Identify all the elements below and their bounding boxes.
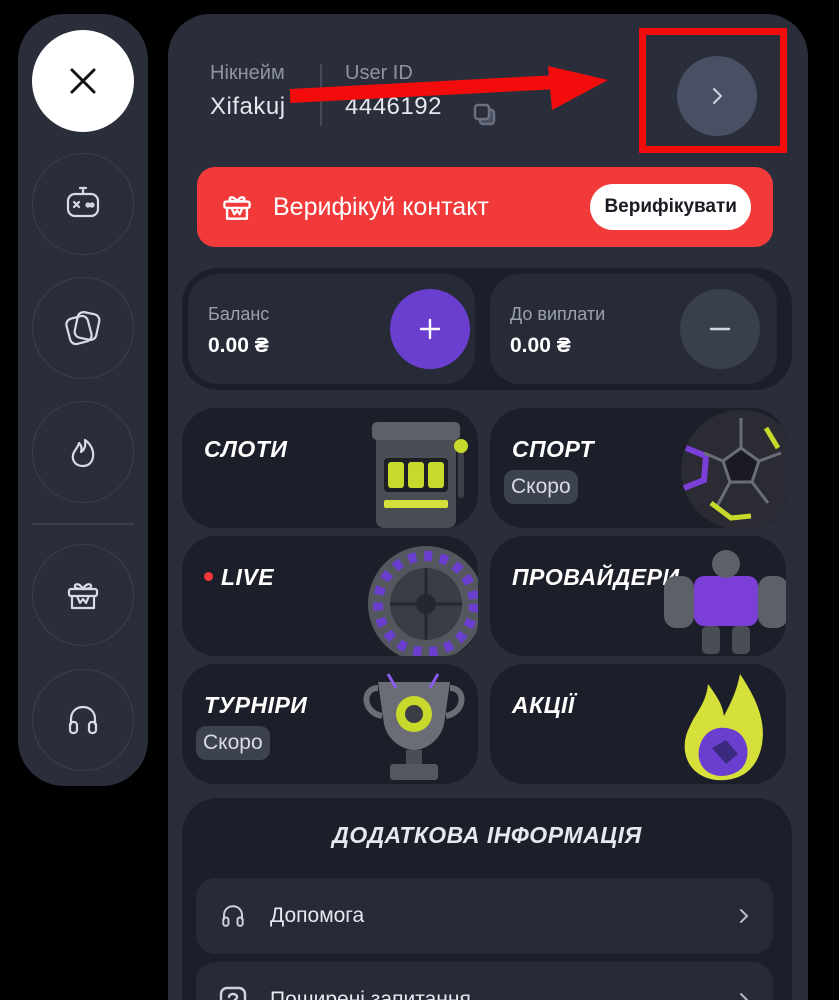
cards-button[interactable] (32, 277, 134, 379)
tile-title: LIVE (204, 564, 274, 591)
additional-info-section: ДОДАТКОВА ІНФОРМАЦІЯ Допомога Поширені з… (182, 798, 792, 1000)
rail-divider (32, 523, 134, 525)
section-title: ДОДАТКОВА ІНФОРМАЦІЯ (332, 822, 642, 848)
payout-label: До виплати (510, 304, 606, 324)
slot-machine-icon (372, 422, 468, 528)
gift-icon (67, 583, 99, 610)
annotation-highlight-box (639, 28, 787, 153)
tile-title: СЛОТИ (204, 436, 288, 462)
nickname-value: Xifakuj (210, 93, 286, 120)
flame-icon (71, 438, 95, 468)
nickname-label: Нікнейм (210, 62, 285, 84)
gamepad-icon (66, 186, 100, 218)
gift-icon (219, 189, 255, 225)
deposit-button[interactable] (390, 289, 470, 369)
balance-label: Баланс (208, 304, 270, 324)
close-icon (70, 68, 96, 94)
minus-icon (709, 327, 731, 331)
side-rail (18, 14, 148, 786)
tile-title: ТУРНІРИ (204, 692, 308, 718)
tile-slots[interactable]: СЛОТИ (182, 408, 478, 528)
gift-button[interactable] (32, 544, 134, 646)
balance-value: 0.00 ₴ (208, 334, 269, 357)
tile-tournaments[interactable]: ТУРНІРИ Скоро (182, 664, 478, 784)
tile-sport[interactable]: СПОРТ Скоро (490, 408, 786, 528)
roulette-icon (368, 546, 478, 656)
verify-text: Верифікуй контакт (273, 192, 489, 221)
tile-live[interactable]: LIVE (182, 536, 478, 656)
support-button[interactable] (32, 669, 134, 771)
faq-item[interactable]: Поширені запитання (196, 962, 773, 1000)
cards-icon (65, 311, 101, 346)
fire-stone-icon (684, 674, 763, 781)
balance-card: Баланс 0.00 ₴ (188, 274, 475, 384)
payout-card: До виплати 0.00 ₴ (490, 274, 777, 384)
payout-value: 0.00 ₴ (510, 334, 571, 357)
chevron-right-icon (737, 907, 751, 925)
live-indicator (204, 572, 213, 582)
tile-title: ПРОВАЙДЕРИ (512, 564, 680, 590)
football-icon (681, 410, 786, 528)
plus-icon (419, 318, 441, 340)
tile-title: АКЦІЇ (512, 692, 575, 718)
soon-badge: Скоро (504, 470, 578, 504)
account-panel: Нікнейм Xifakuj User ID 4446192 Верифіку… (168, 14, 808, 1000)
headset-icon (68, 705, 98, 735)
chevron-right-icon (737, 991, 751, 1000)
robot-icon (664, 550, 786, 654)
tile-promos[interactable]: АКЦІЇ (490, 664, 786, 784)
nickname-block: Нікнейм Xifakuj (210, 62, 286, 121)
annotation-arrow-icon (290, 66, 608, 110)
balance-section: Баланс 0.00 ₴ До виплати 0.00 ₴ (182, 268, 792, 390)
headset-icon (218, 901, 248, 931)
tile-title-text: LIVE (221, 564, 275, 590)
verify-banner: Верифікуй контакт Верифікувати (197, 167, 773, 247)
question-icon (218, 985, 248, 1000)
soon-badge: Скоро (196, 726, 270, 760)
verify-button[interactable]: Верифікувати (590, 184, 751, 230)
trophy-icon (363, 673, 465, 780)
tile-title: СПОРТ (512, 436, 595, 462)
help-label: Допомога (270, 904, 365, 927)
faq-label: Поширені запитання (270, 988, 471, 1000)
close-button[interactable] (32, 30, 134, 132)
tile-providers[interactable]: ПРОВАЙДЕРИ (490, 536, 786, 656)
help-item[interactable]: Допомога (196, 878, 773, 954)
games-button[interactable] (32, 153, 134, 255)
hot-button[interactable] (32, 401, 134, 503)
withdraw-button[interactable] (680, 289, 760, 369)
